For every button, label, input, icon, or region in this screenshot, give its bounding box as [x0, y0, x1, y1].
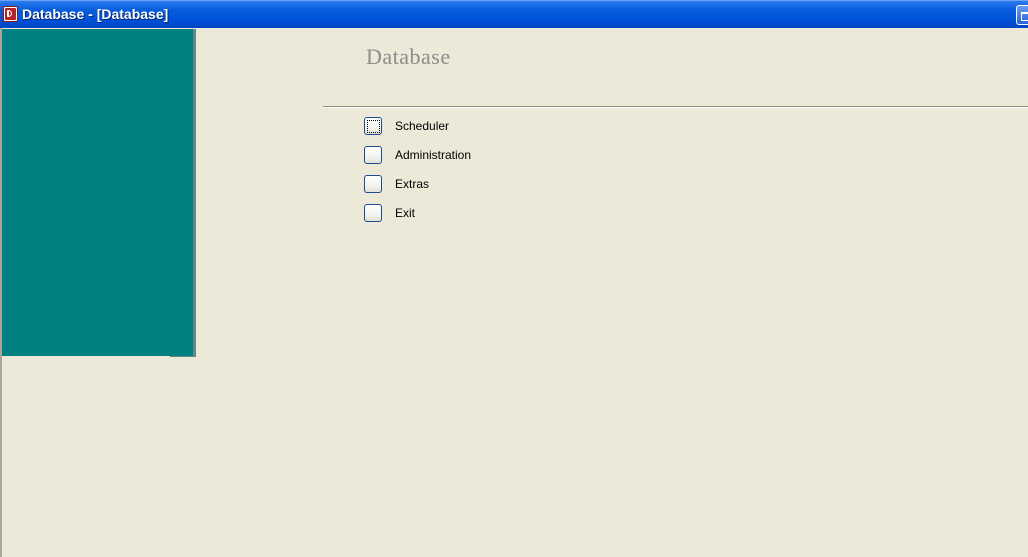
form-title: Database: [366, 44, 451, 69]
window-title: Database - [Database]: [22, 6, 169, 22]
menu-item-label: Extras: [395, 177, 430, 191]
menu-item-label: Scheduler: [395, 119, 450, 133]
menu-item-scheduler[interactable]: Scheduler: [364, 117, 564, 135]
window-titlebar[interactable]: Database - [Database]: [0, 0, 1028, 28]
exit-button[interactable]: [364, 204, 382, 222]
administration-button[interactable]: [364, 146, 382, 164]
switchboard-sidebar-panel: [2, 29, 193, 356]
sidebar-panel-edge: [193, 29, 196, 357]
menu-item-administration[interactable]: Administration: [364, 146, 564, 164]
menu-item-extras[interactable]: Extras: [364, 175, 564, 193]
scheduler-button[interactable]: [364, 117, 382, 135]
menu-item-label: Administration: [395, 148, 472, 162]
title-divider: [323, 106, 1028, 108]
menu-item-exit[interactable]: Exit: [364, 204, 564, 222]
menu-item-label: Exit: [395, 206, 416, 220]
access-app-icon[interactable]: [3, 6, 18, 22]
extras-button[interactable]: [364, 175, 382, 193]
sidebar-panel-bottom-edge: [170, 356, 196, 357]
restore-button[interactable]: [1016, 5, 1028, 25]
